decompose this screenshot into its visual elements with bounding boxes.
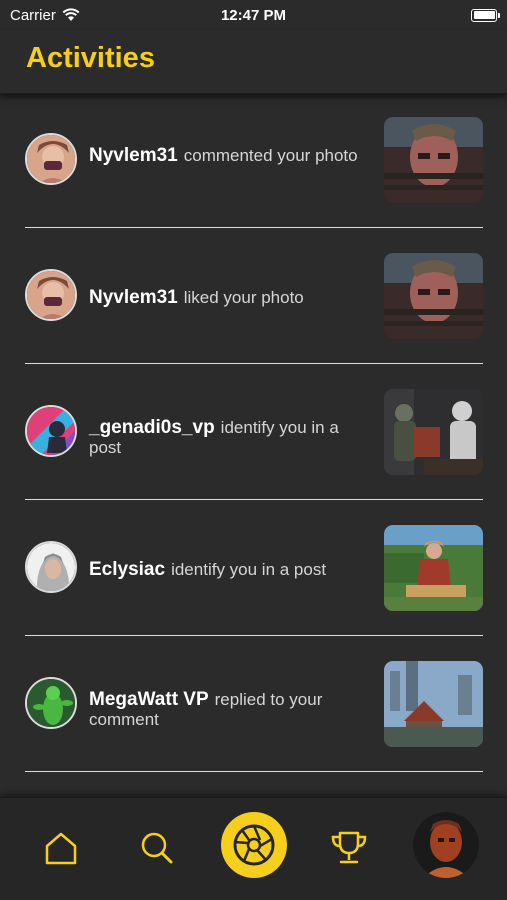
profile-avatar xyxy=(413,812,479,878)
activity-action: commented your photo xyxy=(183,146,358,165)
status-bar: Carrier 12:47 PM xyxy=(0,0,507,30)
activity-thumbnail[interactable] xyxy=(384,389,483,475)
activity-list[interactable]: Nyvlem31 commented your photo Nyvlem31 l… xyxy=(0,96,507,796)
activity-username[interactable]: Nyvlem31 xyxy=(89,145,178,166)
activity-action: liked your photo xyxy=(183,288,304,307)
activity-row[interactable]: Nyvlem31 liked your photo xyxy=(0,232,507,367)
activity-username[interactable]: Nyvlem31 xyxy=(89,287,178,308)
status-time: 12:47 PM xyxy=(220,6,287,24)
tab-home[interactable] xyxy=(29,816,93,880)
search-icon xyxy=(141,832,173,864)
tab-bar xyxy=(0,797,507,900)
wifi-icon xyxy=(62,8,80,21)
tab-profile[interactable] xyxy=(413,812,479,878)
tab-search[interactable] xyxy=(125,816,189,880)
status-right xyxy=(327,8,500,22)
camera-shutter-icon xyxy=(233,824,275,866)
activity-row[interactable]: Eclysiac identify you in a post xyxy=(0,504,507,639)
activity-row[interactable]: MegaWatt VP replied to your comment xyxy=(0,640,507,775)
row-divider xyxy=(25,771,483,772)
status-left: Carrier xyxy=(10,7,180,24)
header: Activities xyxy=(0,30,507,94)
activity-thumbnail[interactable] xyxy=(384,253,483,339)
activity-username[interactable]: Eclysiac xyxy=(89,559,165,580)
row-divider xyxy=(25,635,483,636)
trophy-icon xyxy=(331,831,367,864)
row-divider xyxy=(25,227,483,228)
user-avatar[interactable] xyxy=(25,133,77,185)
tab-trophy[interactable] xyxy=(317,816,381,880)
activity-text: _genadi0s_vp identify you in a post xyxy=(89,418,364,458)
row-divider xyxy=(25,499,483,500)
activity-text: Eclysiac identify you in a post xyxy=(89,560,364,580)
battery-icon xyxy=(471,8,500,22)
tab-camera[interactable] xyxy=(221,812,287,878)
activity-thumbnail[interactable] xyxy=(384,525,483,611)
row-divider xyxy=(25,363,483,364)
activity-thumbnail[interactable] xyxy=(384,117,483,203)
user-avatar[interactable] xyxy=(25,541,77,593)
activity-text: Nyvlem31 liked your photo xyxy=(89,288,364,308)
activity-row[interactable]: Nyvlem31 commented your photo xyxy=(0,96,507,231)
activity-row[interactable]: _genadi0s_vp identify you in a post xyxy=(0,368,507,503)
activity-text: Nyvlem31 commented your photo xyxy=(89,146,364,166)
activity-username[interactable]: MegaWatt VP xyxy=(89,689,209,710)
page-title: Activities xyxy=(26,42,155,74)
user-avatar[interactable] xyxy=(25,677,77,729)
user-avatar[interactable] xyxy=(25,269,77,321)
carrier-label: Carrier xyxy=(10,6,56,24)
home-icon xyxy=(45,832,77,865)
activity-username[interactable]: _genadi0s_vp xyxy=(89,417,215,438)
activity-action: identify you in a post xyxy=(171,560,327,579)
activity-row[interactable] xyxy=(0,776,507,796)
activity-text: MegaWatt VP replied to your comment xyxy=(89,690,364,730)
activity-thumbnail[interactable] xyxy=(384,661,483,747)
user-avatar[interactable] xyxy=(25,405,77,457)
